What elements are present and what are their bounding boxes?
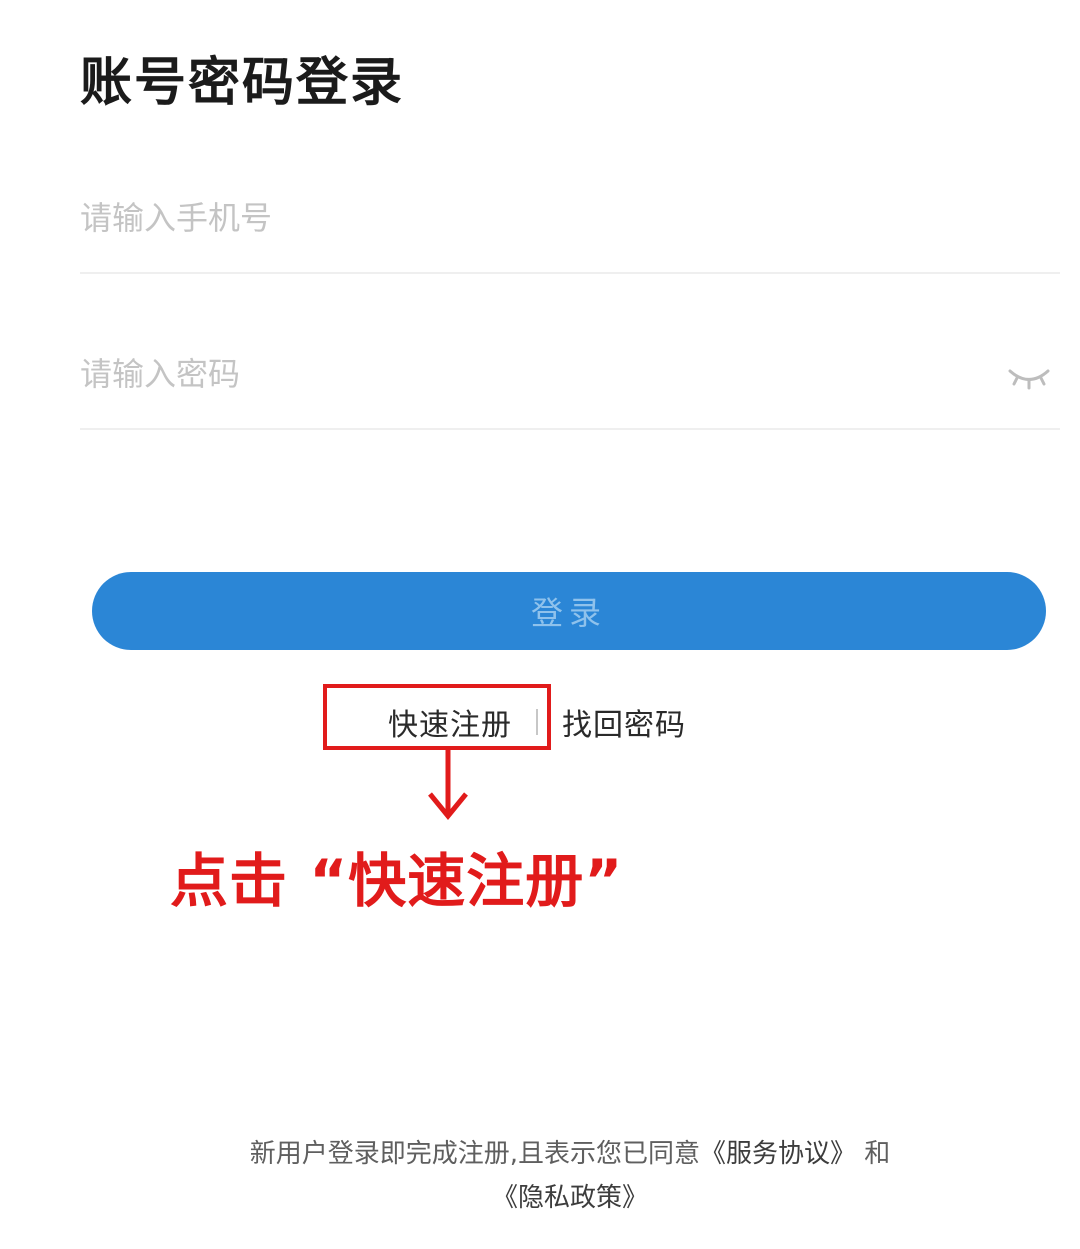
phone-underline bbox=[80, 272, 1060, 274]
page-title: 账号密码登录 bbox=[80, 53, 405, 113]
phone-field bbox=[80, 176, 1060, 274]
password-visibility-toggle[interactable] bbox=[1006, 358, 1052, 394]
service-agreement-link[interactable]: 《服务协议》 bbox=[700, 1139, 856, 1169]
terms-conjunction: 和 bbox=[864, 1139, 891, 1169]
annotation-instruction: 点击 “快速注册” bbox=[170, 847, 624, 915]
login-button[interactable]: 登录 bbox=[92, 572, 1046, 650]
password-input[interactable] bbox=[80, 332, 980, 416]
recover-password-link[interactable]: 找回密码 bbox=[562, 700, 686, 744]
login-screen: 账号密码登录 登录 快速注册 找回密码 点击 “快速注册” 新用户登录即 bbox=[0, 0, 1080, 1249]
password-underline bbox=[80, 428, 1060, 430]
password-field bbox=[80, 332, 1060, 430]
annotation-arrow-down-icon bbox=[424, 750, 472, 820]
terms-prefix: 新用户登录即完成注册,且表示您已同意 bbox=[249, 1139, 700, 1169]
privacy-policy-link[interactable]: 《隐私政策》 bbox=[492, 1183, 648, 1213]
eye-closed-icon bbox=[1008, 369, 1050, 390]
footer-terms: 新用户登录即完成注册,且表示您已同意《服务协议》 和 《隐私政策》 bbox=[120, 1132, 1020, 1220]
phone-input[interactable] bbox=[80, 176, 980, 260]
annotation-highlight-box bbox=[323, 684, 551, 750]
